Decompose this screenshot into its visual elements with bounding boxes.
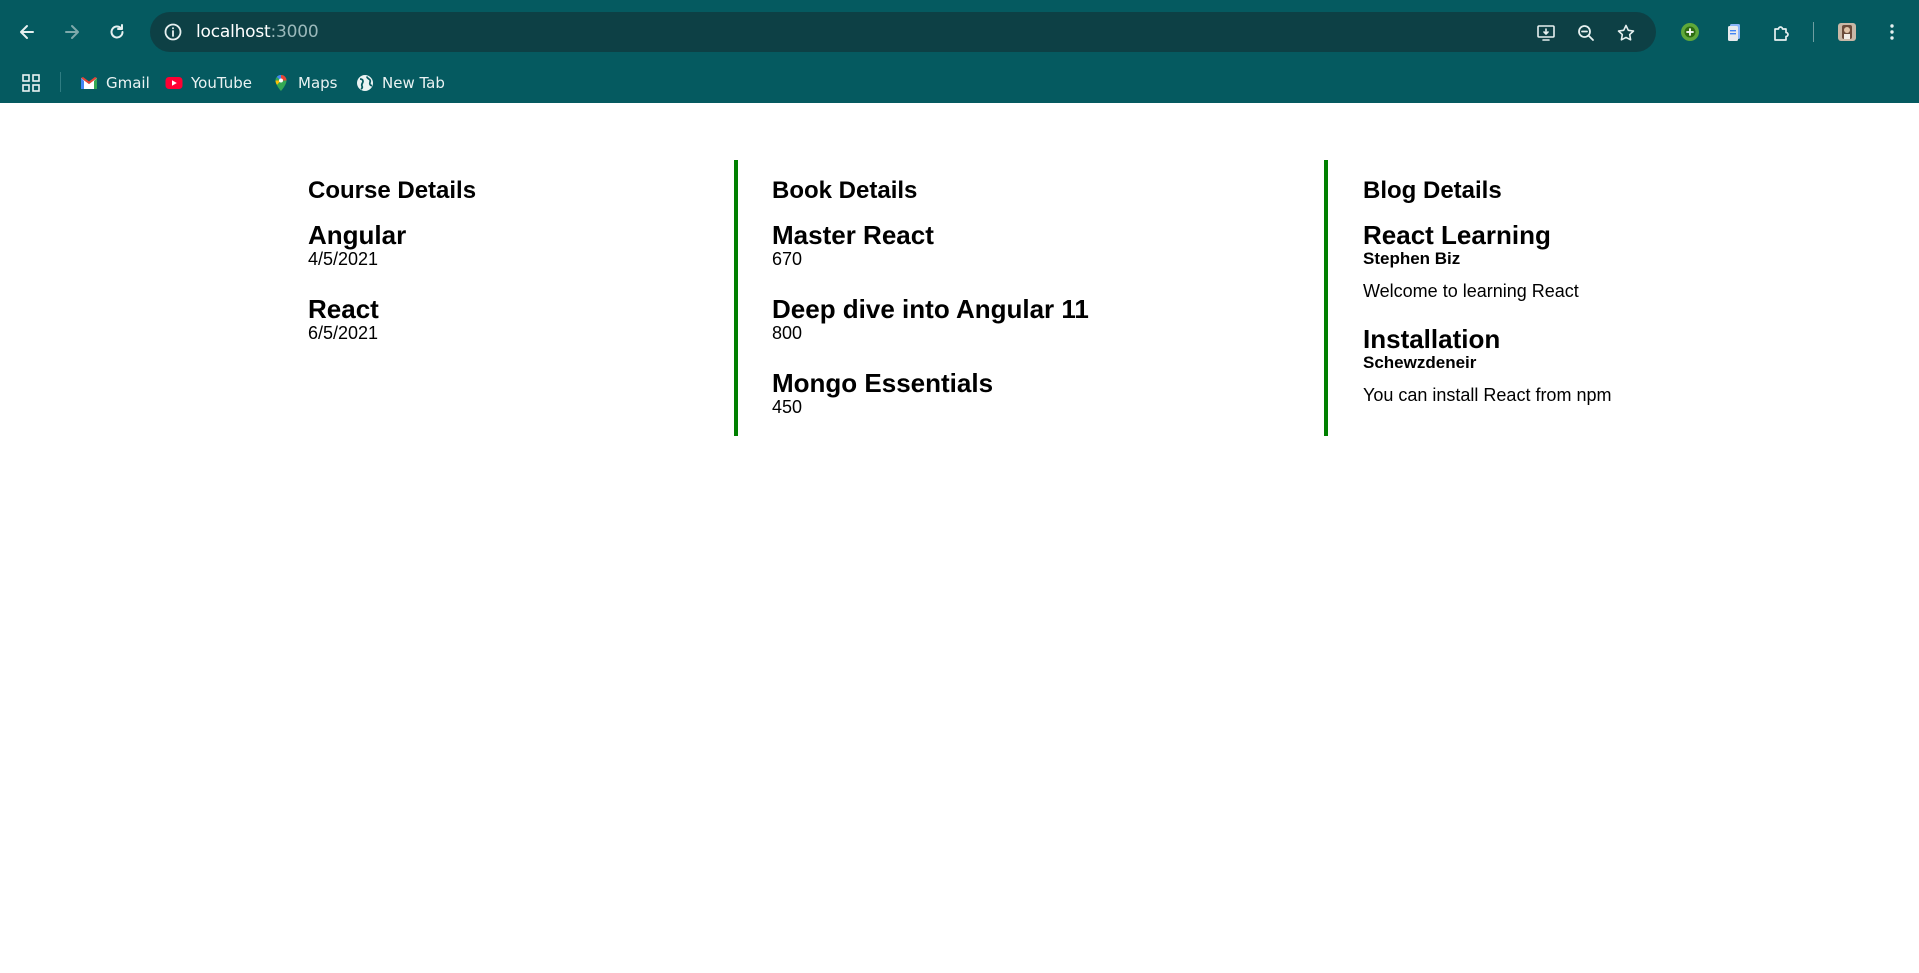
book-price: 800: [772, 323, 803, 343]
page-content: Course Details Angular 4/5/2021 React 6/…: [0, 103, 1919, 973]
book-name: Deep dive into Angular 11: [772, 294, 1089, 324]
extension-docs-icon[interactable]: [1718, 15, 1752, 49]
bookmark-label: YouTube: [191, 74, 252, 92]
menu-button[interactable]: [1875, 15, 1909, 49]
course-details-panel: Course Details Angular 4/5/2021 React 6/…: [308, 160, 733, 343]
forward-button[interactable]: [55, 15, 89, 49]
extensions-puzzle-icon[interactable]: [1764, 15, 1798, 49]
extension-green-icon[interactable]: [1673, 15, 1707, 49]
bookmark-gmail[interactable]: Gmail: [80, 70, 150, 96]
bookmark-new-tab[interactable]: New Tab: [356, 70, 445, 96]
book-details-panel: Book Details Master React 670 Deep dive …: [734, 160, 1328, 436]
apps-button[interactable]: [22, 70, 48, 96]
url-port: :3000: [270, 22, 319, 42]
back-button[interactable]: [10, 15, 44, 49]
course-name: React: [308, 294, 379, 324]
profile-avatar[interactable]: [1830, 15, 1864, 49]
avatar-icon: [1838, 23, 1856, 41]
blog-details-panel: Blog Details React Learning Stephen Biz …: [1324, 160, 1828, 436]
course-item: React 6/5/2021: [308, 295, 733, 343]
course-date: 4/5/2021: [308, 249, 379, 269]
blog-title: Installation: [1363, 324, 1501, 354]
url-text[interactable]: localhost:3000: [196, 12, 319, 52]
zoom-out-icon[interactable]: [1573, 20, 1599, 46]
blog-title: React Learning: [1363, 220, 1551, 250]
youtube-icon: [165, 74, 183, 92]
kebab-menu-icon: [1890, 24, 1894, 40]
bookmark-label: Gmail: [106, 74, 150, 92]
blog-text: Welcome to learning React: [1363, 281, 1579, 301]
blog-item: React Learning Stephen Biz Welcome to le…: [1363, 221, 1828, 301]
bookmark-youtube[interactable]: YouTube: [165, 70, 252, 96]
site-info-icon[interactable]: [160, 19, 186, 45]
course-item: Angular 4/5/2021: [308, 221, 733, 269]
blog-author: Schewzdeneir: [1363, 353, 1477, 372]
bookmark-label: Maps: [298, 74, 338, 92]
reload-icon: [110, 24, 124, 39]
reload-button[interactable]: [100, 15, 134, 49]
url-host: localhost: [196, 22, 271, 42]
book-price: 450: [772, 397, 803, 417]
globe-icon: [356, 74, 374, 92]
arrow-left-icon: [20, 25, 34, 39]
blog-details-heading: Blog Details: [1363, 177, 1502, 204]
bookmark-maps[interactable]: Maps: [272, 70, 337, 96]
book-item: Master React 670: [772, 221, 1328, 269]
browser-chrome: localhost:3000 Gmail YouTube Maps New Ta…: [0, 0, 1919, 103]
course-name: Angular: [308, 220, 407, 250]
blog-item: Installation Schewzdeneir You can instal…: [1363, 325, 1828, 405]
arrow-right-icon: [65, 25, 79, 39]
book-item: Mongo Essentials 450: [772, 369, 1328, 417]
browser-toolbar: localhost:3000: [0, 0, 1919, 64]
gmail-icon: [80, 74, 98, 92]
apps-grid-icon: [22, 74, 40, 92]
install-app-icon[interactable]: [1533, 20, 1559, 46]
bookmark-label: New Tab: [382, 74, 445, 92]
bookmarks-divider: [60, 72, 61, 92]
bookmark-star-icon[interactable]: [1613, 20, 1639, 46]
course-date: 6/5/2021: [308, 323, 379, 343]
maps-icon: [272, 74, 290, 92]
toolbar-divider: [1813, 22, 1814, 42]
blog-text: You can install React from npm: [1363, 385, 1612, 405]
course-details-heading: Course Details: [308, 177, 477, 204]
book-name: Mongo Essentials: [772, 368, 994, 398]
book-details-heading: Book Details: [772, 177, 918, 204]
blog-author: Stephen Biz: [1363, 249, 1461, 268]
book-item: Deep dive into Angular 11 800: [772, 295, 1328, 343]
book-name: Master React: [772, 220, 934, 250]
book-price: 670: [772, 249, 803, 269]
address-bar[interactable]: localhost:3000: [150, 12, 1656, 52]
